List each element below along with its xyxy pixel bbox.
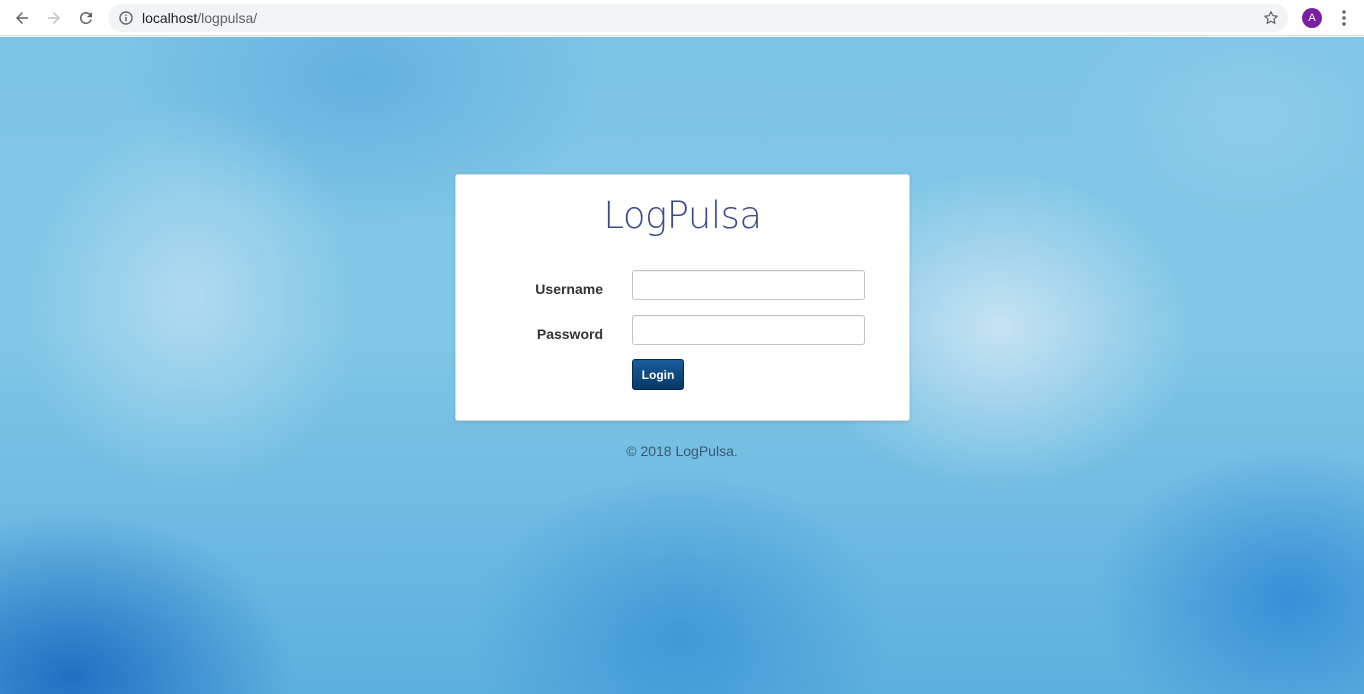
footer-copyright: © 2018 LogPulsa. (626, 443, 738, 459)
reload-icon (80, 11, 92, 24)
back-button[interactable] (11, 7, 33, 29)
star-icon[interactable] (1262, 9, 1280, 27)
username-label: Username (535, 281, 603, 297)
info-icon[interactable] (119, 11, 133, 25)
page-background: LogPulsa Username Password Login © 2018 … (0, 37, 1364, 694)
forward-button[interactable] (43, 7, 65, 29)
url-text: localhost/logpulsa/ (142, 10, 257, 26)
kebab-menu-icon[interactable] (1336, 9, 1352, 27)
username-input[interactable] (632, 270, 865, 300)
address-bar[interactable]: localhost/logpulsa/ (108, 4, 1288, 32)
arrow-left-icon (16, 12, 28, 24)
logo: LogPulsa (603, 194, 762, 237)
login-button[interactable]: Login (632, 359, 684, 390)
login-card: LogPulsa Username Password Login (455, 174, 910, 421)
reload-button[interactable] (75, 7, 97, 29)
browser-toolbar: localhost/logpulsa/ A (0, 0, 1364, 36)
url-path: /logpulsa/ (197, 10, 258, 26)
url-host: localhost (142, 10, 198, 26)
profile-avatar[interactable]: A (1302, 8, 1322, 28)
arrow-right-icon (48, 12, 60, 24)
password-input[interactable] (632, 315, 865, 345)
password-label: Password (536, 326, 603, 342)
